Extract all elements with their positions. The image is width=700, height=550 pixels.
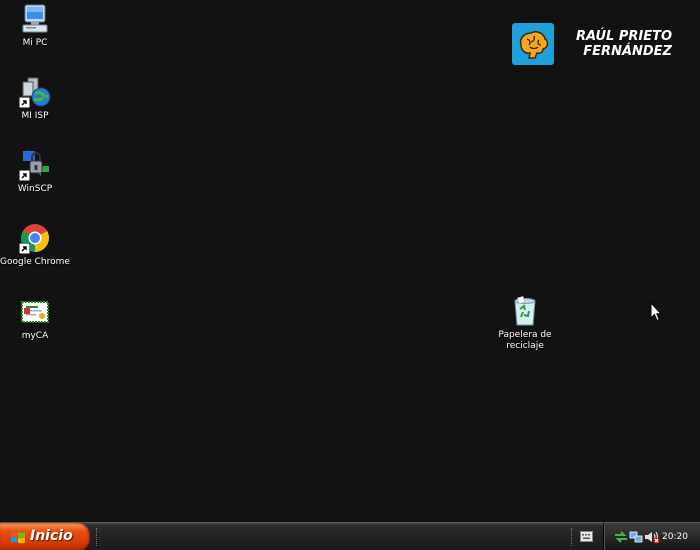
taskbar-clock[interactable]: 20:20 xyxy=(662,531,688,543)
shortcut-arrow-icon xyxy=(19,243,30,254)
taskbar: Inicio 20:20 xyxy=(0,522,700,550)
desktop-icon-google-chrome[interactable]: Google Chrome xyxy=(0,222,73,268)
desktop-icon-label: MI ISP xyxy=(21,111,49,121)
taskbar-buttons-area xyxy=(104,526,564,548)
brand-name-line1: RAÚL PRIETO xyxy=(575,29,672,44)
desktop-icon-label: Mi PC xyxy=(22,38,48,48)
desktop-icon-label: WinSCP xyxy=(17,184,53,194)
keyboard-icon[interactable] xyxy=(580,531,593,542)
mouse-pointer-icon xyxy=(650,302,662,322)
network-sync-icon[interactable] xyxy=(614,530,628,544)
desktop-icon-myca[interactable]: myCA xyxy=(0,296,73,342)
network-globe-icon xyxy=(19,76,51,108)
brand-name: RAÚL PRIETO FERNÁNDEZ xyxy=(560,29,672,59)
recycle-bin-label-line1: Papelera de xyxy=(498,330,552,340)
desktop-icon-label: Google Chrome xyxy=(0,257,70,267)
chrome-icon xyxy=(19,222,51,254)
desktop-icon-winscp[interactable]: WinSCP xyxy=(0,149,73,195)
certificate-icon xyxy=(19,296,51,328)
start-button[interactable]: Inicio xyxy=(0,523,90,550)
my-computer-icon xyxy=(19,3,51,35)
brand-logo: RAÚL PRIETO FERNÁNDEZ xyxy=(512,23,672,67)
desktop-icon-recycle-bin[interactable]: Papelera de reciclaje xyxy=(487,295,563,352)
start-button-label: Inicio xyxy=(30,528,73,544)
shortcut-arrow-icon xyxy=(19,170,30,181)
toolbar-grip[interactable] xyxy=(96,528,101,546)
desktop-icon-mi-isp[interactable]: MI ISP xyxy=(0,76,73,122)
toolbar-grip[interactable] xyxy=(571,528,575,546)
recycle-bin-icon xyxy=(509,295,541,327)
recycle-bin-label-line2: reciclaje xyxy=(506,341,544,351)
network-connection-icon[interactable] xyxy=(629,530,643,544)
brain-logo-icon xyxy=(512,23,554,65)
volume-muted-badge-icon xyxy=(653,537,660,544)
brand-name-line2: FERNÁNDEZ xyxy=(583,44,672,59)
winscp-icon xyxy=(19,149,51,181)
desktop: Mi PC MI ISP WinSCP Google Chrome myCA P… xyxy=(0,0,700,550)
windows-logo-icon xyxy=(11,531,25,544)
desktop-icon-mi-pc[interactable]: Mi PC xyxy=(0,3,73,49)
desktop-icon-label: myCA xyxy=(21,331,49,341)
shortcut-arrow-icon xyxy=(19,97,30,108)
